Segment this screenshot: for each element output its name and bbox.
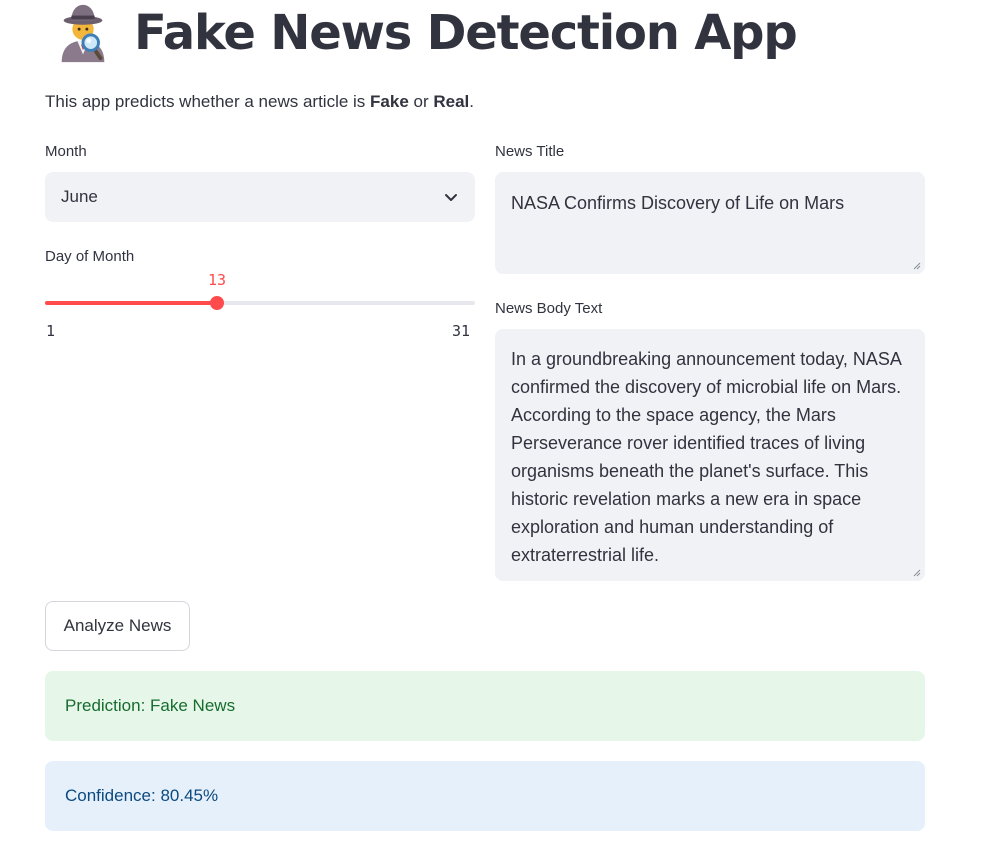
month-label: Month xyxy=(45,143,87,160)
news-body-label: News Body Text xyxy=(495,300,603,317)
day-slider[interactable] xyxy=(45,296,475,310)
slider-thumb[interactable] xyxy=(210,296,224,310)
news-body-input[interactable]: In a groundbreaking announcement today, … xyxy=(495,329,925,581)
slider-fill xyxy=(45,301,217,305)
description-real: Real xyxy=(433,92,470,111)
app-description: This app predicts whether a news article… xyxy=(45,90,474,114)
resize-grip-icon[interactable] xyxy=(913,569,921,577)
prediction-alert: Prediction: Fake News xyxy=(45,671,925,741)
slider-max: 31 xyxy=(452,322,471,340)
news-title-label: News Title xyxy=(495,143,565,160)
slider-min: 1 xyxy=(46,322,56,340)
day-label: Day of Month xyxy=(45,248,135,265)
description-or: or xyxy=(408,92,434,111)
chevron-down-icon[interactable] xyxy=(443,189,459,205)
month-select[interactable]: June xyxy=(45,172,475,222)
month-selected-value: June xyxy=(61,187,98,206)
analyze-news-button[interactable]: Analyze News xyxy=(45,601,190,651)
confidence-alert: Confidence: 80.45% xyxy=(45,761,925,831)
news-title-input[interactable]: NASA Confirms Discovery of Life on Mars xyxy=(495,172,925,274)
confidence-text: Confidence: 80.45% xyxy=(65,786,219,805)
page-title: Fake News Detection App xyxy=(134,5,798,61)
resize-grip-icon[interactable] xyxy=(913,262,921,270)
description-suffix: . xyxy=(469,92,475,111)
app-page: Fake News Detection App This app predict… xyxy=(0,0,998,845)
prediction-text: Prediction: Fake News xyxy=(65,696,236,715)
slider-value: 13 xyxy=(207,271,227,289)
description-text: This app predicts whether a news article… xyxy=(45,92,371,111)
title-row: Fake News Detection App xyxy=(52,2,798,64)
detective-icon xyxy=(61,4,105,63)
description-fake: Fake xyxy=(370,92,409,111)
